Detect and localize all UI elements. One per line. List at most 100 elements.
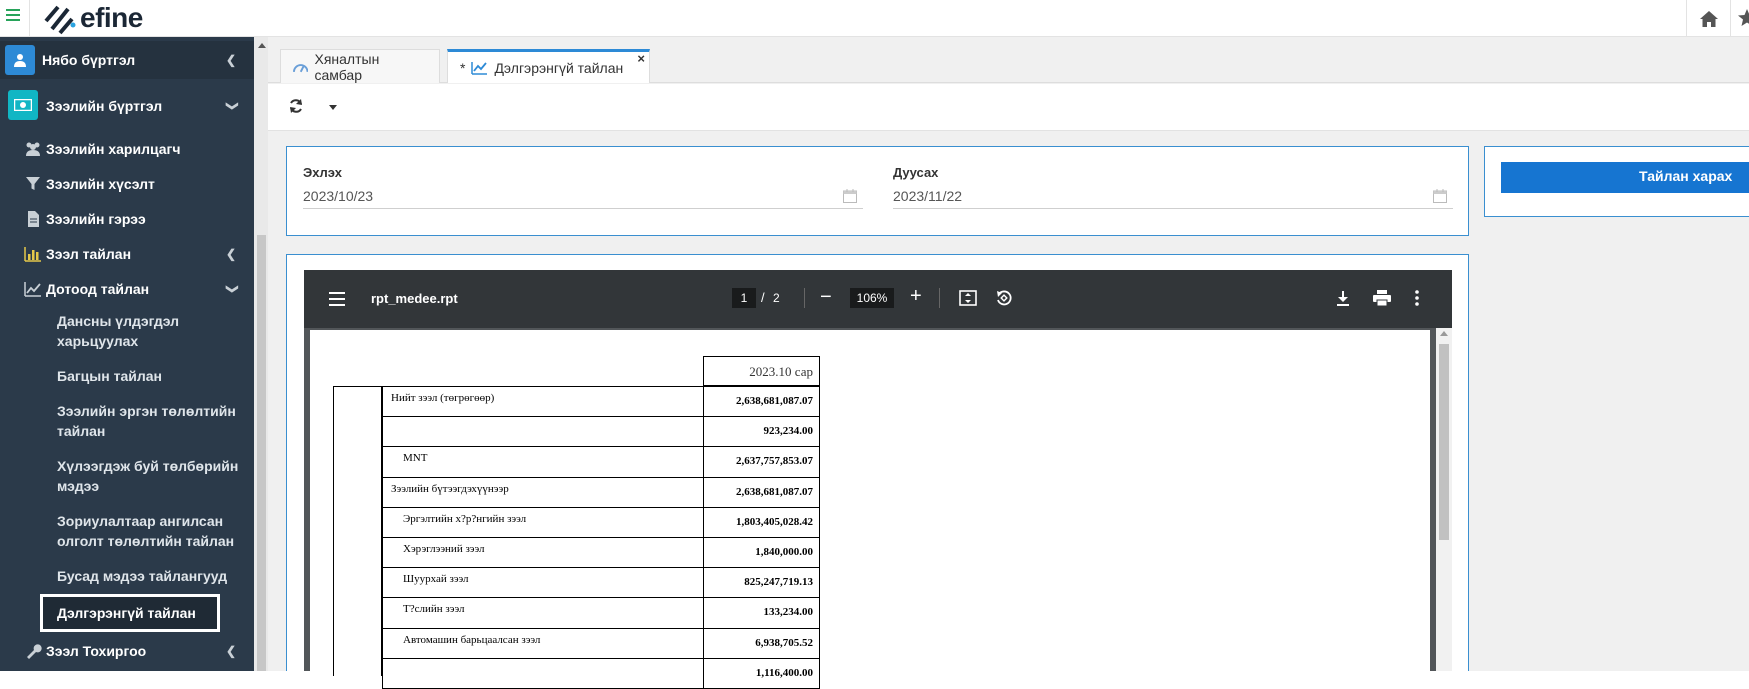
wrench-icon [27,644,42,659]
calendar-icon[interactable] [1433,189,1447,203]
chevron-down-icon: ❮ [224,283,238,295]
table-row-value: 2,638,681,087.07 [736,395,813,407]
table-row-value: 1,803,405,028.42 [736,516,813,528]
sidebar-subitem-detailed-report[interactable]: Дэлгэрэнгүй тайлан [40,594,220,632]
table-row-label: Зээлийн бүтээгдэхүүнээр [391,483,509,495]
sidebar-subitem-account-balance[interactable]: Дансны үлдэгдэл харьцуулах [0,311,254,355]
table-row-label: Т?слийн зээл [403,603,465,615]
pdf-menu-icon[interactable] [329,292,345,306]
sidebar-subitem-portfolio-report[interactable]: Багцын тайлан [0,366,254,390]
tab-label: Хяналтын самбар [314,50,380,83]
table-row-label-cell: Нийт зээл (төгрөгөөр) [382,386,704,417]
table-row-value-cell: 2,638,681,087.07 [703,386,820,417]
favorite-button[interactable] [1730,0,1749,37]
table-row-label: Эргэлтийн х?р?нгийн зээл [403,513,527,525]
end-date-input[interactable]: 2023/11/22 [893,185,1453,209]
sidebar-item-nyabo[interactable]: Нябо бүртгэл ❮ [0,41,254,79]
sidebar-item-loan-settings[interactable]: Зээл Тохиргоо ❮ [0,637,254,665]
pdf-scrollbar-thumb[interactable] [1439,344,1449,540]
indent-column [333,386,382,676]
filter-panel: Эхлэх 2023/10/23 Дуусах 2023/11/22 [286,146,1469,236]
table-row-value: 133,234.00 [763,606,814,618]
print-icon[interactable] [1373,290,1391,306]
sidebar-item-loan-contract[interactable]: Зээлийн гэрээ [0,205,254,233]
sidebar-item-label: Зээлийн гэрээ [46,211,146,227]
table-row-value-cell: 1,840,000.00 [703,537,820,568]
home-icon [1699,10,1718,27]
zoom-out-icon[interactable]: − [820,287,832,307]
zoom-input[interactable]: 106% [850,288,894,308]
home-button[interactable] [1686,0,1730,37]
sidebar-subitem-pending-payment[interactable]: Хүлээгдэж буй төлбөрийн мэдээ [0,456,254,500]
scroll-up-arrow-icon[interactable] [1440,331,1448,336]
sidebar-item-loan-report[interactable]: Зээл тайлан ❮ [0,240,254,268]
view-report-button[interactable]: Тайлан харах [1501,162,1749,193]
top-bar: efine [0,0,1749,37]
table-row-value-cell: 2,638,681,087.07 [703,477,820,508]
zoom-in-icon[interactable]: + [910,286,922,306]
sidebar-item-label: Зээл Тохиргоо [46,643,147,659]
file-icon [28,211,39,227]
sidebar-scrollbar-thumb[interactable] [257,235,266,671]
menu-toggle-icon[interactable] [6,9,20,23]
table-row-value: 2,637,757,853.07 [736,455,813,467]
refresh-icon[interactable] [288,98,304,114]
sidebar-subitem-repayment-report[interactable]: Зээлийн эргэн төлөлтийн тайлан [0,401,254,445]
fit-page-icon[interactable] [959,290,977,306]
start-date-label: Эхлэх [303,165,342,180]
table-row-label-cell: Хэрэглээний зээл [382,537,704,568]
sidebar-item-loan-customer[interactable]: Зээлийн харилцагч [0,135,254,163]
chevron-left-icon: ❮ [225,644,237,658]
sidebar-item-label: Дэлгэрэнгүй тайлан [57,605,196,621]
table-row-value: 1,116,400.00 [755,667,813,679]
user-icon [5,45,35,75]
table-row-label: Автомашин барьцаалсан зээл [403,634,541,646]
money-icon [8,90,38,120]
tab-dashboard[interactable]: Хяналтын самбар [280,49,440,83]
caret-down-icon[interactable] [329,105,337,110]
total-pages: 2 [773,291,780,305]
table-row-label-cell: Эргэлтийн х?р?нгийн зээл [382,507,704,538]
report-header: 2023.10 сар [749,364,813,379]
sidebar-item-label: Зориулалтаар ангилсан олголт төлөлтийн т… [57,513,235,549]
sidebar-subitem-purpose-report[interactable]: Зориулалтаар ангилсан олголт төлөлтийн т… [0,511,254,555]
rotate-icon[interactable] [995,289,1013,307]
more-options-icon[interactable] [1415,290,1419,306]
end-date-label: Дуусах [893,165,939,180]
table-row-label-cell: Автомашин барьцаалсан зээл [382,628,704,659]
sidebar-subitem-other-reports[interactable]: Бусад мэдээ тайлангууд [0,566,254,590]
table-row-label-cell: Зээлийн бүтээгдэхүүнээр [382,477,704,508]
sidebar-item-label: Багцын тайлан [57,368,162,384]
filter-icon [26,177,40,190]
table-row-label: MNT [403,452,428,464]
sidebar-item-internal-report[interactable]: Дотоод тайлан ❮ [0,275,254,303]
sidebar-item-label: Дансны үлдэгдэл харьцуулах [57,313,180,349]
end-date-value: 2023/11/22 [893,188,963,204]
table-row-label-cell: Шуурхай зээл [382,567,704,598]
download-icon[interactable] [1335,290,1351,306]
table-row-value: 1,840,000.00 [755,546,813,558]
page-number-input[interactable]: 1 [732,288,756,308]
sidebar-item-label: Нябо бүртгэл [42,52,136,68]
tab-detailed-report[interactable]: * Дэлгэрэнгүй тайлан × [447,49,650,83]
start-date-input[interactable]: 2023/10/23 [303,185,863,209]
sidebar-item-loan-request[interactable]: Зээлийн хүсэлт [0,170,254,198]
close-icon[interactable]: × [637,52,645,65]
sidebar-item-loan-registration[interactable]: Зээлийн бүртгэл ❮ [0,87,254,125]
page-separator: / [761,290,765,305]
button-label: Тайлан харах [1639,168,1733,184]
sidebar-item-label: Дотоод тайлан [46,281,150,297]
logo[interactable]: efine [42,0,143,36]
table-row-value: 2,638,681,087.07 [736,486,813,498]
scroll-up-arrow-icon[interactable] [258,43,266,48]
modified-marker: * [460,59,466,76]
calendar-icon[interactable] [843,189,857,203]
chevron-left-icon: ❮ [225,247,237,261]
table-row-value-cell: 825,247,719.13 [703,567,820,598]
sidebar-item-label: Зээлийн харилцагч [46,141,181,157]
sidebar-item-label: Зээлийн эргэн төлөлтийн тайлан [57,403,236,439]
start-date-value: 2023/10/23 [303,188,374,204]
tab-bar: Хяналтын самбар * Дэлгэрэнгүй тайлан × [268,37,1749,83]
table-row-value: 6,938,705.52 [755,637,813,649]
table-row-value-cell: 1,116,400.00 [703,658,820,689]
